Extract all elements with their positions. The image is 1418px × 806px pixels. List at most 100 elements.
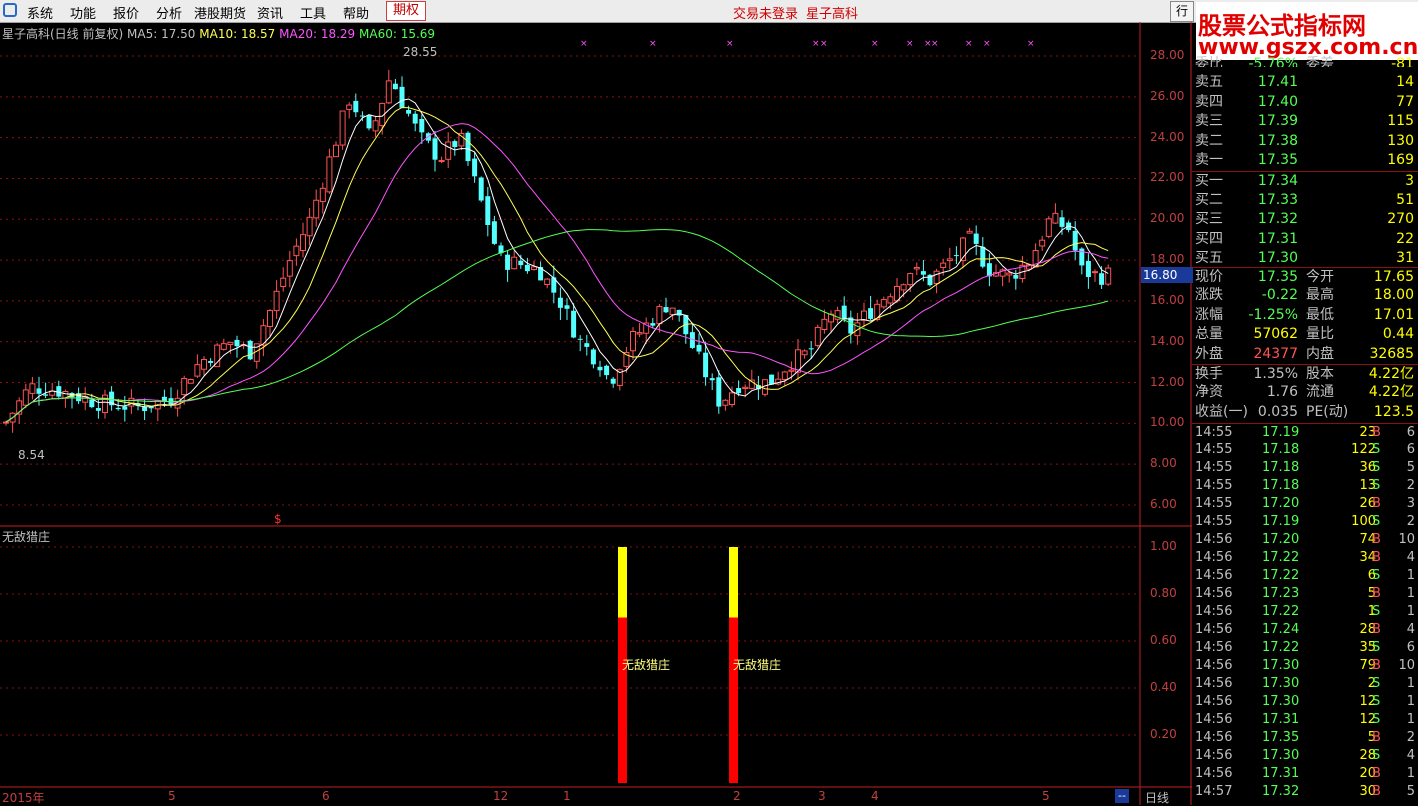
menu-analysis[interactable]: 分析 bbox=[156, 3, 182, 22]
tick-row: 14:56 17.31 12 S 1 bbox=[1195, 712, 1415, 727]
tick-row: 14:55 17.18 13 S 2 bbox=[1195, 478, 1415, 493]
candle bbox=[346, 102, 353, 119]
login-status[interactable]: 交易未登录 bbox=[733, 3, 798, 22]
order-book-row[interactable]: 买三 17.32 270 bbox=[1192, 210, 1418, 229]
period-label[interactable]: 日线 bbox=[1145, 789, 1169, 806]
quote-panel: 委比 -5.76% 委差 -81 卖五 17.41 14 卖四 17.40 77 卖三 17.… bbox=[1192, 56, 1418, 805]
menu-news[interactable]: 资讯 bbox=[257, 3, 283, 22]
signal-x-marker: × bbox=[1027, 39, 1035, 49]
candle bbox=[300, 222, 306, 258]
tick-row: 14:56 17.35 5 B 2 bbox=[1195, 730, 1415, 745]
candle bbox=[1052, 203, 1059, 224]
candle bbox=[505, 250, 511, 282]
candle bbox=[663, 297, 669, 314]
candle bbox=[709, 373, 715, 390]
menu-function[interactable]: 功能 bbox=[70, 3, 96, 22]
period-button[interactable]: -- bbox=[1115, 789, 1129, 803]
tick-row: 14:55 17.19 100 S 2 bbox=[1195, 514, 1415, 529]
order-book-row[interactable]: 卖二 17.38 130 bbox=[1192, 132, 1418, 151]
candle bbox=[669, 307, 676, 321]
order-book-row[interactable]: 买四 17.31 22 bbox=[1192, 230, 1418, 249]
candle bbox=[966, 228, 973, 234]
app-logo-icon bbox=[3, 3, 17, 17]
candle bbox=[1092, 269, 1098, 282]
tick-row: 14:55 17.20 26 B 3 bbox=[1195, 496, 1415, 511]
candle bbox=[458, 129, 465, 151]
candle bbox=[953, 246, 959, 265]
indicator-tick-label: 0.60 bbox=[1150, 633, 1177, 647]
candle bbox=[781, 370, 788, 386]
candle bbox=[676, 309, 682, 322]
order-book-row[interactable]: 卖四 17.40 77 bbox=[1192, 93, 1418, 112]
candle bbox=[478, 176, 484, 203]
candle bbox=[109, 386, 115, 411]
candle bbox=[722, 399, 729, 411]
menu-quote[interactable]: 报价 bbox=[113, 3, 139, 22]
tick-row: 14:55 17.18 122 S 6 bbox=[1195, 442, 1415, 457]
tick-row: 14:56 17.20 74 B 10 bbox=[1195, 532, 1415, 547]
signal-x-marker: × bbox=[649, 39, 657, 49]
candle bbox=[1105, 264, 1112, 287]
candle bbox=[214, 343, 221, 368]
kline-chart[interactable]: × × × × × × × × × × × × bbox=[0, 22, 1192, 805]
candle bbox=[293, 238, 300, 266]
signal-x-marker: × bbox=[965, 39, 973, 49]
order-book-row[interactable]: 买二 17.33 51 bbox=[1192, 191, 1418, 210]
candle bbox=[557, 287, 563, 321]
menu-hk-futures[interactable]: 港股期货 bbox=[194, 3, 246, 22]
tick-row: 14:56 17.30 2 S 1 bbox=[1195, 676, 1415, 691]
order-book-row[interactable]: 卖三 17.39 115 bbox=[1192, 112, 1418, 131]
menu-system[interactable]: 系统 bbox=[27, 3, 53, 22]
tick-row: 14:55 17.19 23 B 6 bbox=[1192, 423, 1418, 442]
candle bbox=[861, 302, 867, 328]
candle bbox=[122, 395, 128, 422]
date-tick-label: 12 bbox=[493, 789, 509, 803]
menu-options[interactable]: 期权 bbox=[386, 1, 427, 21]
price-tick-label: 6.00 bbox=[1150, 497, 1177, 511]
candle bbox=[993, 264, 999, 278]
tick-row: 14:56 17.22 34 B 4 bbox=[1195, 550, 1415, 565]
trade-button[interactable]: 行 bbox=[1170, 1, 1194, 22]
candle bbox=[187, 378, 194, 384]
candle bbox=[584, 334, 590, 356]
high-annotation: 28.55 bbox=[403, 45, 438, 59]
order-book-row[interactable]: 买一 17.34 3 bbox=[1192, 171, 1418, 191]
indicator-title: 无敌猎庄 bbox=[2, 530, 51, 544]
order-book-row[interactable]: 卖一 17.35 169 bbox=[1192, 151, 1418, 170]
candle bbox=[748, 369, 755, 390]
candle bbox=[280, 267, 287, 292]
stat-row: 总量 57062 量比 0.44 bbox=[1195, 326, 1414, 343]
order-book-row[interactable]: 卖五 17.41 14 bbox=[1192, 73, 1418, 92]
candle bbox=[485, 186, 491, 237]
indicator-tick-label: 0.80 bbox=[1150, 586, 1177, 600]
date-tick-label: 2 bbox=[733, 789, 741, 803]
candle bbox=[597, 360, 603, 377]
menu-tools[interactable]: 工具 bbox=[300, 3, 326, 22]
tick-row: 14:56 17.22 35 S 6 bbox=[1195, 640, 1415, 655]
price-tick-label: 28.00 bbox=[1150, 48, 1185, 62]
candle bbox=[22, 383, 29, 409]
candle bbox=[980, 237, 986, 269]
candle bbox=[102, 389, 108, 419]
order-book-row[interactable]: 买五 17.30 31 bbox=[1192, 249, 1418, 268]
candle bbox=[247, 339, 253, 361]
price-tick-label: 8.00 bbox=[1150, 456, 1177, 471]
indicator-tick-label: 1.00 bbox=[1150, 539, 1177, 553]
candle bbox=[1013, 269, 1019, 290]
candle bbox=[960, 236, 966, 269]
candle bbox=[154, 399, 161, 422]
candle bbox=[29, 376, 36, 400]
candle bbox=[636, 323, 643, 338]
signal-x-marker: × bbox=[812, 39, 820, 49]
menu-help[interactable]: 帮助 bbox=[343, 3, 369, 22]
tick-row: 14:57 17.32 30 B 5 bbox=[1195, 784, 1415, 799]
stat-row: 涨幅 -1.25% 最低 17.01 bbox=[1195, 306, 1414, 323]
candle bbox=[201, 356, 207, 376]
candle bbox=[438, 156, 445, 164]
candle bbox=[399, 76, 405, 109]
candle bbox=[801, 349, 808, 359]
price-tick-label: 16.00 bbox=[1150, 292, 1185, 307]
tick-row: 14:55 17.18 36 S 5 bbox=[1195, 460, 1415, 475]
watermark-logo: 股票公式指标网 www.gszx.com.cn bbox=[1196, 2, 1418, 60]
stock-name-link[interactable]: 星子高科 bbox=[806, 3, 858, 22]
